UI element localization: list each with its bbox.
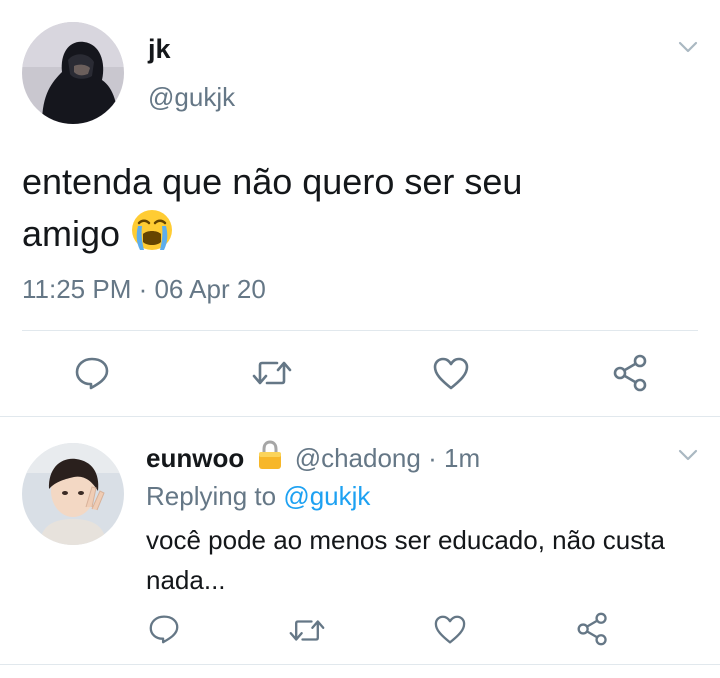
display-name[interactable]: eunwoo	[146, 443, 244, 473]
tweet-text-line1: você pode ao menos ser educado, não cust…	[146, 525, 665, 555]
time[interactable]: 1m	[444, 443, 480, 473]
reply-header: eunwoo @chadong · 1m	[146, 440, 480, 477]
avatar[interactable]	[22, 22, 124, 124]
retweet-icon[interactable]	[251, 358, 293, 388]
tweet-text: entenda que não quero ser seu amigo	[22, 156, 702, 266]
chevron-down-icon[interactable]	[678, 40, 698, 54]
display-name[interactable]: jk	[148, 34, 171, 65]
handle[interactable]: @chadong	[295, 443, 421, 473]
lock-icon	[257, 440, 283, 477]
replying-to: Replying to @gukjk	[146, 481, 370, 512]
tweet-text-line2-wrap: amigo	[22, 208, 702, 266]
avatar[interactable]	[22, 443, 124, 545]
tweet-text-line2: nada...	[146, 565, 226, 595]
replying-handle[interactable]: @gukjk	[283, 481, 370, 511]
retweet-icon[interactable]	[288, 617, 326, 644]
reply-icon[interactable]	[74, 356, 110, 390]
loudly-crying-face-icon	[130, 208, 174, 266]
tweet-text-line2: amigo	[22, 213, 121, 254]
share-icon[interactable]	[612, 354, 650, 392]
like-icon[interactable]	[433, 615, 467, 645]
divider	[0, 416, 720, 417]
timestamp[interactable]: 11:25 PM · 06 Apr 20	[22, 274, 266, 305]
like-icon[interactable]	[432, 357, 470, 391]
chevron-down-icon[interactable]	[678, 448, 698, 462]
tweet-text: você pode ao menos ser educado, não cust…	[146, 520, 706, 600]
separator: ·	[428, 443, 437, 473]
replying-prefix: Replying to	[146, 481, 277, 511]
divider	[22, 330, 698, 331]
share-icon[interactable]	[576, 612, 610, 646]
reply-icon[interactable]	[148, 614, 180, 644]
tweet-text-line1: entenda que não quero ser seu	[22, 161, 523, 202]
handle[interactable]: @gukjk	[148, 82, 235, 113]
divider	[0, 664, 720, 665]
